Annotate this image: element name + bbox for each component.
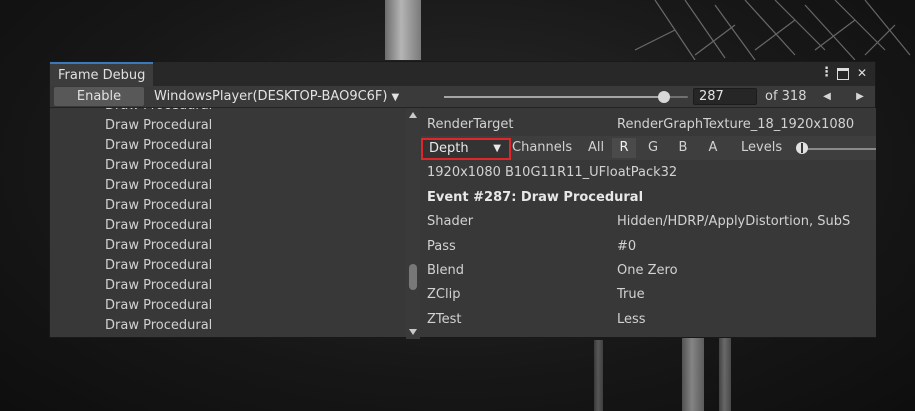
- ztest-value: Less: [617, 312, 646, 327]
- frame-number-input[interactable]: 287: [693, 88, 757, 105]
- scroll-up-icon[interactable]: [409, 112, 417, 118]
- event-list-item[interactable]: Draw Procedural: [50, 156, 406, 176]
- frame-slider-fill: [444, 96, 664, 98]
- shader-label: Shader: [427, 214, 474, 229]
- event-list-item[interactable]: Draw Procedural: [50, 276, 406, 296]
- event-title: Event #287: Draw Procedural: [427, 190, 644, 205]
- pass-label: Pass: [427, 239, 456, 254]
- event-list-item[interactable]: Draw Procedural: [50, 256, 406, 276]
- event-list-item[interactable]: Draw Procedural: [50, 316, 406, 336]
- player-target-label: WindowsPlayer(DESKTOP-BAO9C6F): [154, 89, 388, 104]
- scrollbar-thumb[interactable]: [409, 264, 417, 290]
- window-controls: [817, 62, 869, 86]
- levels-label: Levels: [741, 140, 783, 155]
- depth-dropdown-label: Depth: [429, 141, 469, 156]
- event-list-item[interactable]: Draw Procedural: [50, 236, 406, 256]
- chevron-down-icon: ▼: [391, 92, 400, 103]
- ztest-row: ZTest Less: [427, 310, 876, 330]
- blend-value: One Zero: [617, 263, 678, 278]
- frame-total-label: of 318: [765, 89, 807, 104]
- shader-value[interactable]: Hidden/HDRP/ApplyDistortion, SubS: [617, 212, 850, 232]
- zclip-row: ZClip True: [427, 285, 876, 305]
- depth-dropdown[interactable]: Depth ▼: [421, 138, 511, 160]
- event-list: Draw Procedural Draw Procedural Draw Proce…: [50, 108, 406, 337]
- pass-row: Pass #0: [427, 237, 876, 257]
- render-target-dropdown[interactable]: RenderGraphTexture_18_1920x1080: [617, 115, 854, 135]
- render-target-format: 1920x1080 B10G11R11_UFloatPack32: [427, 165, 678, 180]
- frame-slider-thumb[interactable]: [657, 91, 670, 103]
- levels-slider-handle[interactable]: [796, 142, 808, 154]
- render-target-row: RenderTarget RenderGraphTexture_18_1920x…: [427, 115, 876, 135]
- channel-g-button[interactable]: G: [641, 138, 665, 158]
- event-detail-panel: RenderTarget RenderGraphTexture_18_1920x…: [421, 108, 876, 337]
- render-target-label: RenderTarget: [427, 117, 514, 132]
- event-list-scrollbar[interactable]: [406, 108, 420, 339]
- levels-slider[interactable]: [799, 148, 876, 150]
- blend-row: Blend One Zero: [427, 261, 876, 281]
- channel-a-button[interactable]: A: [701, 138, 725, 158]
- frame-slider[interactable]: [444, 91, 688, 103]
- close-icon[interactable]: [857, 66, 869, 80]
- event-list-item[interactable]: Draw Procedural: [50, 136, 406, 156]
- chevron-right-icon: ▶: [856, 91, 864, 102]
- scroll-down-icon[interactable]: [409, 329, 417, 335]
- toolbar: Enable WindowsPlayer(DESKTOP-BAO9C6F) ▼ 2…: [50, 86, 875, 108]
- enable-button[interactable]: Enable: [54, 87, 144, 106]
- event-list-item[interactable]: Draw Procedural: [50, 216, 406, 236]
- tree-trunk: [594, 340, 603, 411]
- event-list-item[interactable]: Draw Procedural: [50, 116, 406, 136]
- channel-b-button[interactable]: B: [671, 138, 695, 158]
- maximize-icon[interactable]: [837, 68, 849, 80]
- title-bar: Frame Debug: [50, 62, 875, 86]
- chevron-left-icon: ◀: [823, 91, 831, 102]
- event-list-item[interactable]: Draw Procedural: [50, 108, 406, 116]
- pass-value: #0: [617, 239, 637, 254]
- channel-toolbar: Depth ▼ Channels All R G B A Levels: [421, 136, 876, 160]
- channels-label: Channels: [512, 140, 573, 155]
- zclip-value: True: [617, 287, 645, 302]
- frame-debugger-window: Frame Debug Enable WindowsPlayer(DESKTOP…: [49, 61, 876, 339]
- foliage-silhouette: [634, 0, 911, 60]
- channel-r-button[interactable]: R: [612, 138, 636, 158]
- channel-all-button[interactable]: All: [584, 138, 608, 158]
- next-frame-button[interactable]: ▶: [851, 88, 869, 106]
- blend-label: Blend: [427, 263, 465, 278]
- ztest-label: ZTest: [427, 312, 462, 327]
- shader-row: Shader Hidden/HDRP/ApplyDistortion, SubS: [427, 212, 876, 232]
- tree-trunk: [385, 0, 421, 60]
- chevron-down-icon: ▼: [493, 143, 501, 154]
- event-list-inner: Draw Procedural Draw Procedural Draw Proce…: [50, 108, 406, 336]
- previous-frame-button[interactable]: ◀: [818, 88, 836, 106]
- zclip-label: ZClip: [427, 287, 461, 302]
- event-list-item[interactable]: Draw Procedural: [50, 176, 406, 196]
- event-list-item[interactable]: Draw Procedural: [50, 296, 406, 316]
- more-options-icon[interactable]: [817, 65, 833, 80]
- tab-frame-debug[interactable]: Frame Debug: [50, 62, 154, 86]
- player-target-dropdown[interactable]: WindowsPlayer(DESKTOP-BAO9C6F) ▼: [154, 87, 399, 107]
- event-list-item[interactable]: Draw Procedural: [50, 196, 406, 216]
